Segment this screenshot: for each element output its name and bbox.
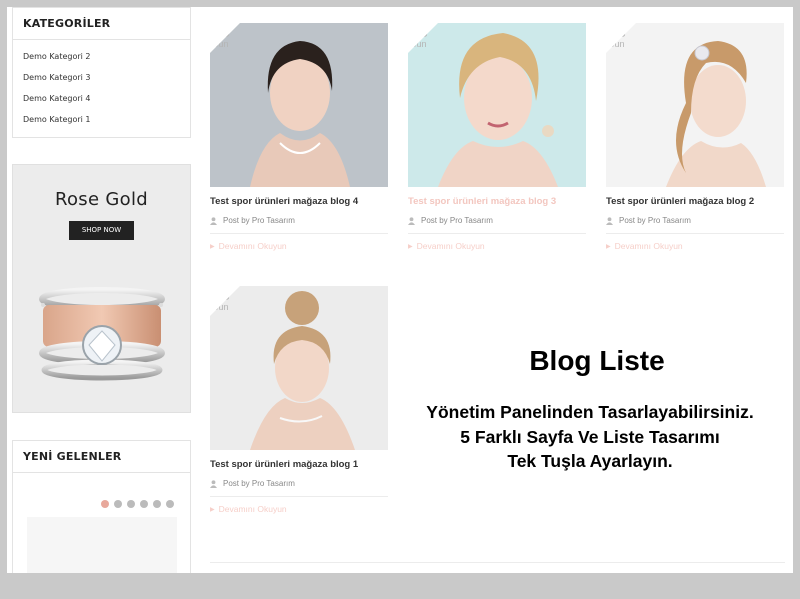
read-more-link[interactable]: ▶ Devamını Okuyun: [606, 241, 784, 251]
post-meta: Post by Pro Tasarım: [210, 479, 388, 488]
overlay-line-2: 5 Farklı Sayfa Ve Liste Tasarımı: [460, 427, 720, 447]
user-icon: [408, 216, 415, 225]
caret-right-icon: ▶: [210, 506, 215, 513]
post-day: 18: [610, 24, 626, 40]
post-month: Jun: [610, 39, 625, 49]
overlay-line-1: Yönetim Panelinden Tasarlayabilirsiniz.: [426, 402, 754, 422]
read-more-label: Devamını Okuyun: [218, 504, 287, 514]
new-arrivals-title: YENİ GELENLER: [13, 441, 190, 473]
portrait-image: [210, 286, 388, 450]
portrait-image: [210, 23, 388, 187]
post-image[interactable]: 18 Jun: [408, 23, 586, 187]
post-author: Post by Pro Tasarım: [223, 216, 295, 225]
blog-post-card: 18 Jun Test spor ürünleri mağaza blog 1 …: [210, 286, 388, 514]
category-item[interactable]: Demo Kategori 3: [23, 67, 190, 88]
category-list: Demo Kategori 2 Demo Kategori 3 Demo Kat…: [13, 40, 190, 130]
category-item[interactable]: Demo Kategori 4: [23, 88, 190, 109]
post-date: 18 Jun: [214, 288, 230, 312]
promo-banner[interactable]: Rose Gold SHOP NOW: [12, 164, 191, 413]
read-more-label: Devamını Okuyun: [416, 241, 485, 251]
divider: [210, 562, 785, 563]
portrait-image: [606, 23, 784, 187]
post-author: Post by Pro Tasarım: [619, 216, 691, 225]
post-month: Jun: [214, 302, 229, 312]
post-date: 18 Jun: [412, 25, 428, 49]
divider: [606, 233, 784, 234]
category-item[interactable]: Demo Kategori 1: [23, 109, 190, 130]
post-meta: Post by Pro Tasarım: [606, 216, 784, 225]
category-item[interactable]: Demo Kategori 2: [23, 46, 190, 67]
divider: [210, 233, 388, 234]
post-month: Jun: [214, 39, 229, 49]
blog-post-card: 18 Jun Test spor ürünleri mağaza blog 3 …: [408, 23, 586, 251]
post-title[interactable]: Test spor ürünleri mağaza blog 3: [408, 196, 586, 207]
blog-post-card: 18 Jun Test spor ürünleri mağaza blog 2 …: [606, 23, 784, 251]
user-icon: [606, 216, 613, 225]
slider-dot[interactable]: [166, 500, 174, 508]
post-date: 18 Jun: [610, 25, 626, 49]
divider: [408, 233, 586, 234]
post-month: Jun: [412, 39, 427, 49]
categories-title: KATEGORİLER: [13, 8, 190, 40]
read-more-link[interactable]: ▶ Devamını Okuyun: [210, 504, 388, 514]
new-arrivals-widget: YENİ GELENLER: [12, 440, 191, 573]
post-image[interactable]: 18 Jun: [210, 23, 388, 187]
slider-dot[interactable]: [101, 500, 109, 508]
slider-dot[interactable]: [114, 500, 122, 508]
post-title[interactable]: Test spor ürünleri mağaza blog 1: [210, 459, 388, 470]
post-day: 18: [412, 24, 428, 40]
post-title[interactable]: Test spor ürünleri mağaza blog 4: [210, 196, 388, 207]
slider-dots: [101, 500, 174, 508]
post-image[interactable]: 18 Jun: [606, 23, 784, 187]
post-title[interactable]: Test spor ürünleri mağaza blog 2: [606, 196, 784, 207]
categories-widget: KATEGORİLER Demo Kategori 2 Demo Kategor…: [12, 7, 191, 138]
caret-right-icon: ▶: [210, 243, 215, 250]
slider-dot[interactable]: [140, 500, 148, 508]
slider-dot[interactable]: [153, 500, 161, 508]
post-meta: Post by Pro Tasarım: [408, 216, 586, 225]
blog-post-card: 18 Jun Test spor ürünleri mağaza blog 4 …: [210, 23, 388, 251]
read-more-label: Devamını Okuyun: [218, 241, 287, 251]
divider: [210, 496, 388, 497]
post-day: 18: [214, 24, 230, 40]
read-more-link[interactable]: ▶ Devamını Okuyun: [210, 241, 388, 251]
user-icon: [210, 479, 217, 488]
user-icon: [210, 216, 217, 225]
product-image[interactable]: [27, 517, 177, 573]
post-date: 18 Jun: [214, 25, 230, 49]
post-day: 18: [214, 287, 230, 303]
caret-right-icon: ▶: [408, 243, 413, 250]
bottom-band: [0, 573, 800, 599]
caret-right-icon: ▶: [606, 243, 611, 250]
post-meta: Post by Pro Tasarım: [210, 216, 388, 225]
ring-image: [39, 287, 165, 381]
read-more-link[interactable]: ▶ Devamını Okuyun: [408, 241, 586, 251]
post-author: Post by Pro Tasarım: [421, 216, 493, 225]
overlay-line-3: Tek Tuşla Ayarlayın.: [507, 451, 673, 471]
slider-dot[interactable]: [127, 500, 135, 508]
overlay-title: Blog Liste: [529, 345, 665, 376]
post-author: Post by Pro Tasarım: [223, 479, 295, 488]
post-image[interactable]: 18 Jun: [210, 286, 388, 450]
page-frame: KATEGORİLER Demo Kategori 2 Demo Kategor…: [7, 7, 793, 573]
portrait-image: [408, 23, 586, 187]
read-more-label: Devamını Okuyun: [614, 241, 683, 251]
